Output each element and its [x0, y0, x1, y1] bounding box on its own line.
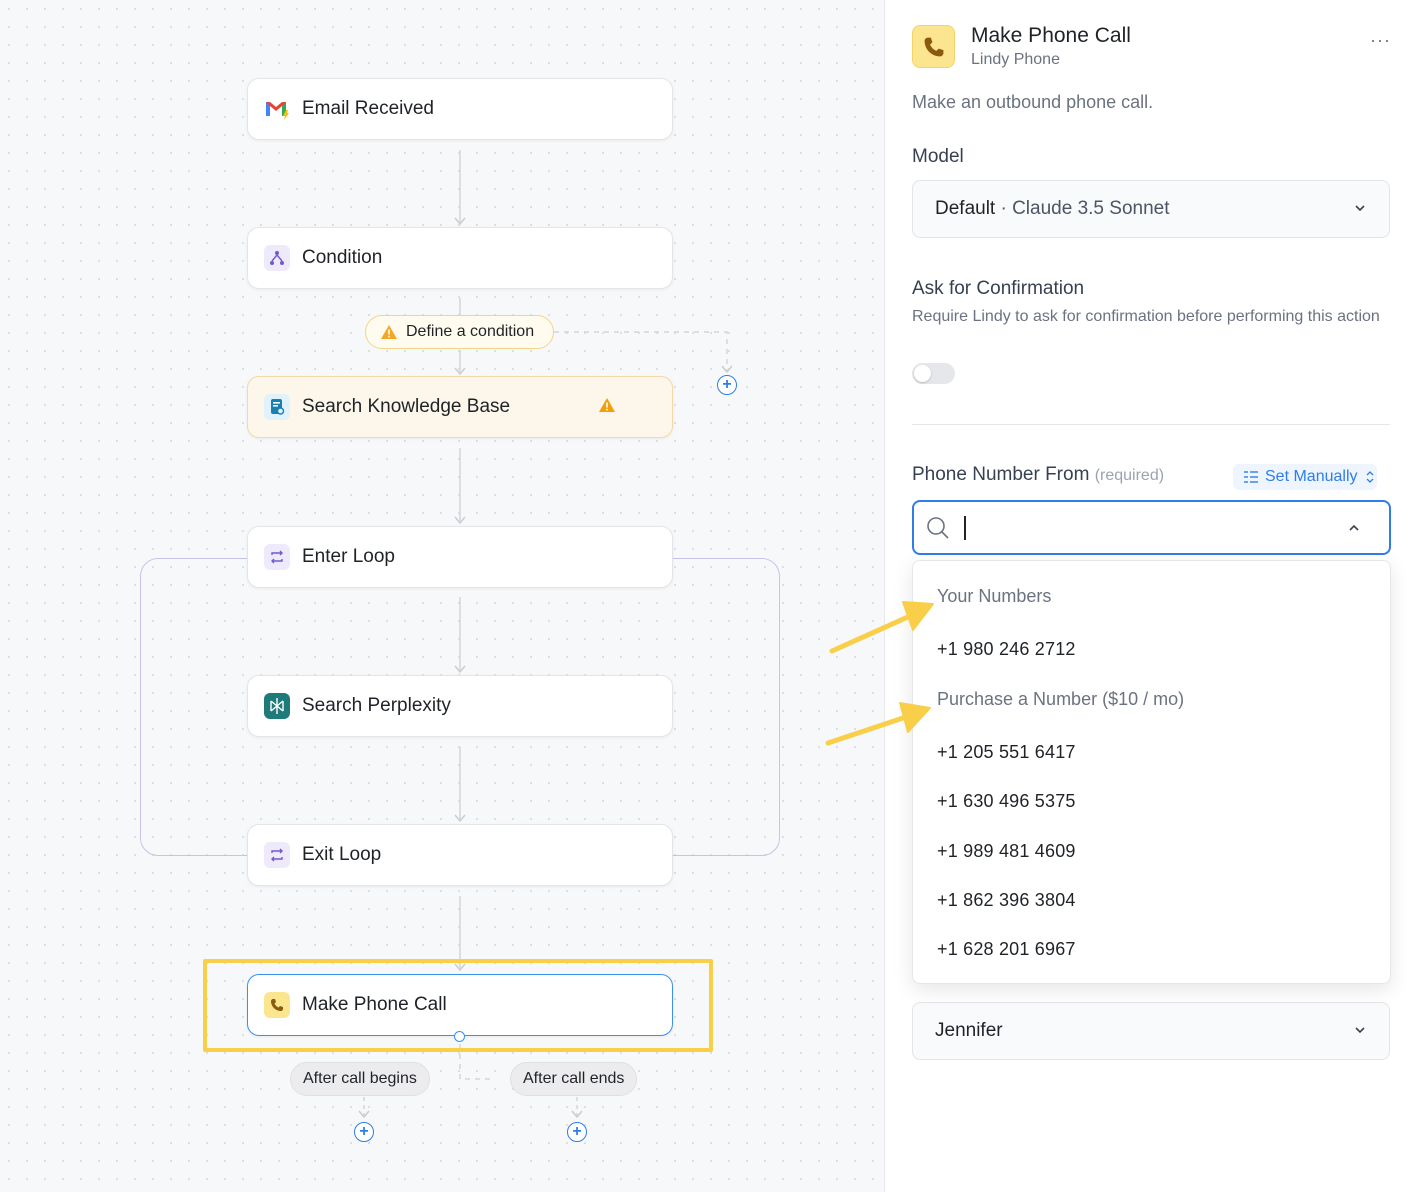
group-your-numbers: Your Numbers: [937, 586, 1052, 606]
phone-icon: [264, 992, 290, 1018]
phone-number-dropdown: Your Numbers +1 980 246 2712 Purchase a …: [912, 560, 1391, 984]
confirmation-label: Ask for Confirmation: [912, 278, 1085, 299]
loop-icon: [264, 842, 290, 868]
voice-value: Jennifer: [935, 1020, 1003, 1041]
phone-option[interactable]: +1 205 551 6417: [937, 742, 1076, 763]
panel-header: Make Phone Call Lindy Phone: [912, 24, 1131, 69]
node-label: Search Knowledge Base: [302, 396, 511, 417]
define-condition-pill[interactable]: Define a condition: [365, 315, 554, 349]
loop-icon: [264, 544, 290, 570]
node-label: Email Received: [302, 98, 434, 119]
phone-option[interactable]: +1 989 481 4609: [937, 841, 1076, 862]
add-step-plus-icon[interactable]: +: [354, 1122, 374, 1142]
set-manually-button[interactable]: Set Manually: [1233, 464, 1377, 490]
chevron-up-icon: [1349, 524, 1359, 531]
voice-select[interactable]: Jennifer: [912, 1002, 1390, 1060]
warning-icon: [599, 398, 615, 412]
model-value-default: Default: [935, 198, 996, 219]
list-icon: [1244, 471, 1258, 483]
phone-from-label-text: Phone Number From: [912, 464, 1090, 485]
node-label: Exit Loop: [302, 844, 382, 865]
node-make-phone-call[interactable]: Make Phone Call: [247, 974, 673, 1036]
node-search-perplexity[interactable]: Search Perplexity: [247, 675, 673, 737]
model-value-name: · Claude 3.5 Sonnet: [995, 198, 1170, 219]
phone-option[interactable]: +1 862 396 3804: [937, 890, 1076, 911]
phone-option[interactable]: +1 630 496 5375: [937, 791, 1076, 812]
node-email-received[interactable]: Email Received: [247, 78, 673, 140]
panel-title: Make Phone Call: [971, 24, 1131, 47]
divider: [912, 424, 1390, 425]
phone-option[interactable]: +1 980 246 2712: [937, 639, 1076, 660]
model-select[interactable]: Default · Claude 3.5 Sonnet: [912, 180, 1390, 238]
step-config-panel: Make Phone Call Lindy Phone ··· Make an …: [886, 0, 1410, 1192]
more-options-icon[interactable]: ···: [1370, 30, 1391, 51]
phone-from-label: Phone Number From (required): [912, 464, 1164, 486]
node-output-handle[interactable]: [454, 1031, 465, 1042]
gmail-icon: [264, 96, 290, 122]
warning-icon: [381, 325, 397, 339]
node-label: Search Perplexity: [302, 695, 451, 716]
node-label: Condition: [302, 247, 383, 268]
chevron-down-icon: [1355, 1027, 1365, 1034]
model-label: Model: [912, 146, 964, 167]
text-caret: [964, 515, 966, 540]
confirmation-helper: Require Lindy to ask for confirmation be…: [912, 308, 1380, 325]
branch-after-call-begins[interactable]: After call begins: [290, 1062, 430, 1096]
knowledge-base-icon: [264, 394, 290, 420]
branch-icon: [264, 245, 290, 271]
confirmation-toggle[interactable]: [912, 363, 955, 384]
workflow-canvas[interactable]: Email Received Condition Define a condit…: [0, 0, 885, 1192]
condition-pill-label: Define a condition: [406, 323, 535, 340]
branch-label: After call begins: [303, 1070, 417, 1087]
branch-after-call-ends[interactable]: After call ends: [510, 1062, 638, 1096]
panel-subtitle: Lindy Phone: [971, 51, 1060, 68]
node-search-knowledge-base[interactable]: Search Knowledge Base: [247, 376, 673, 438]
phone-option[interactable]: +1 628 201 6967: [937, 939, 1076, 960]
node-condition[interactable]: Condition: [247, 227, 673, 289]
node-label: Enter Loop: [302, 546, 395, 567]
phone-number-search-input[interactable]: [912, 500, 1391, 555]
perplexity-icon: [264, 693, 290, 719]
panel-description: Make an outbound phone call.: [912, 92, 1154, 112]
add-step-plus-icon[interactable]: +: [567, 1122, 587, 1142]
toggle-knob: [914, 365, 931, 382]
node-exit-loop[interactable]: Exit Loop: [247, 824, 673, 886]
chevron-updown-icon: [1366, 471, 1373, 483]
set-manually-label: Set Manually: [1265, 468, 1358, 485]
phone-app-icon: [912, 25, 955, 68]
branch-label: After call ends: [523, 1070, 625, 1087]
node-enter-loop[interactable]: Enter Loop: [247, 526, 673, 588]
node-label: Make Phone Call: [302, 994, 447, 1015]
search-icon: [927, 516, 949, 539]
add-step-plus-icon[interactable]: +: [717, 375, 737, 395]
group-purchase-number: Purchase a Number ($10 / mo): [937, 689, 1185, 709]
required-tag: (required): [1094, 467, 1165, 484]
chevron-down-icon: [1355, 205, 1365, 212]
